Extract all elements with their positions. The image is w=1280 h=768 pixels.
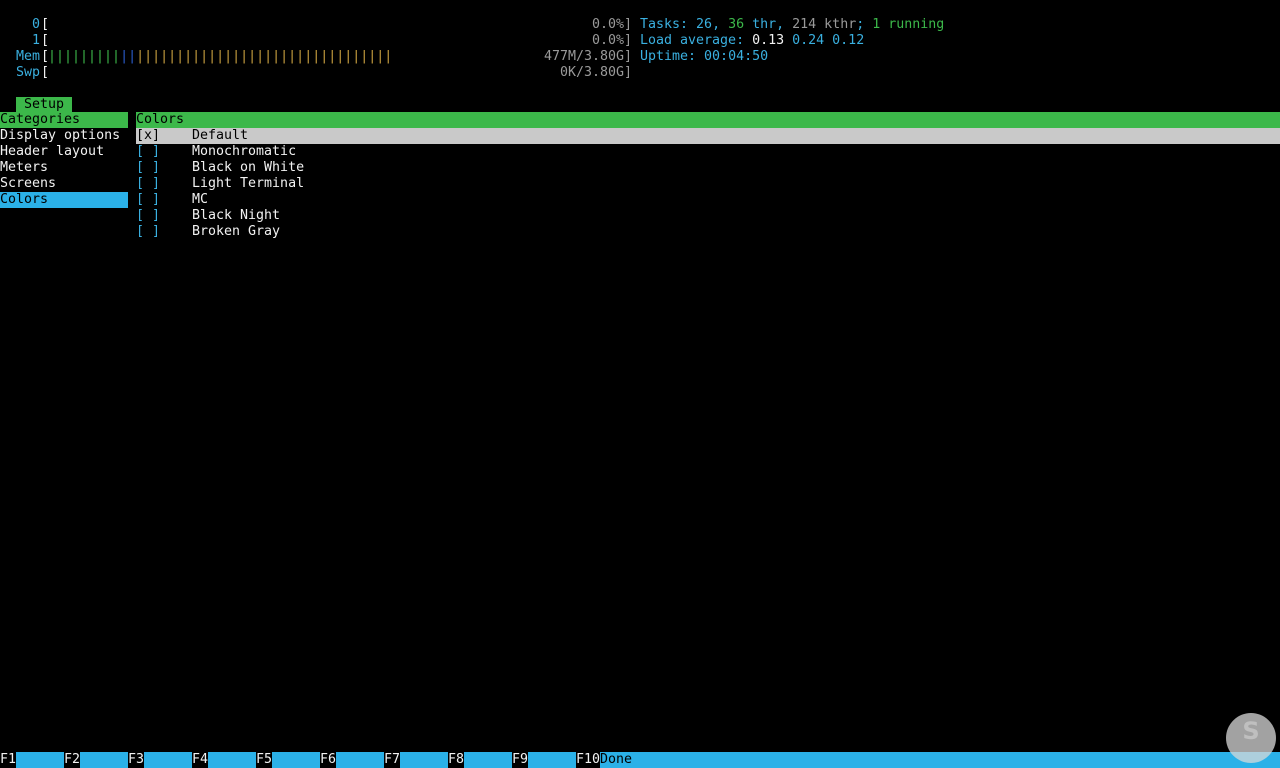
swp-label: Swp: [15, 65, 40, 80]
kthr-count: 214: [792, 17, 817, 32]
color-option-label: Default: [192, 128, 249, 143]
categories-header: Categories: [0, 112, 128, 128]
f10-key[interactable]: F10: [576, 752, 600, 768]
f9-key[interactable]: F9: [512, 752, 528, 768]
category-colors[interactable]: Colors: [0, 192, 128, 208]
f8-key[interactable]: F8: [448, 752, 464, 768]
mem-value: 477M/3.80G]: [543, 49, 632, 64]
load-5min: 0.24: [792, 33, 825, 48]
mem-bar: ||||||||||||||||||||||||||||||||||||||||…: [48, 49, 392, 65]
f8-label[interactable]: [464, 752, 512, 768]
category-screens[interactable]: Screens: [0, 176, 128, 192]
color-option-monochromatic[interactable]: [ ] Monochromatic: [136, 144, 1280, 160]
color-option-label: Black on White: [192, 160, 305, 175]
mem-bar-used: |||||||||: [48, 49, 121, 64]
color-option-broken-gray[interactable]: [ ] Broken Gray: [136, 224, 1280, 240]
checkbox[interactable]: [ ]: [136, 144, 160, 160]
color-option-label: Broken Gray: [192, 224, 281, 239]
uptime-line: Uptime: 00:04:50: [640, 49, 769, 64]
checkbox[interactable]: [ ]: [136, 160, 160, 176]
cpu1-value: 0.0%]: [591, 33, 632, 48]
function-key-bar: F1 F2 F3 F4 F5 F6 F7 F8 F9 F10 Done: [0, 752, 1280, 768]
mem-label: Mem: [15, 49, 40, 64]
f1-key[interactable]: F1: [0, 752, 16, 768]
colors-header: Colors: [136, 112, 1280, 128]
cpu0-bracket: [: [41, 17, 50, 32]
color-option-black-night[interactable]: [ ] Black Night: [136, 208, 1280, 224]
checkbox[interactable]: [ ]: [136, 208, 160, 224]
uptime-value: 00:04:50: [704, 49, 769, 64]
color-option-label: Black Night: [192, 208, 281, 223]
f6-label[interactable]: [336, 752, 384, 768]
cpu1-label: 1: [31, 33, 40, 48]
f7-label[interactable]: [400, 752, 448, 768]
color-option-default[interactable]: [x] Default: [136, 128, 1280, 144]
swp-value: 0K/3.80G]: [559, 65, 632, 80]
tasks-line: Tasks: 26, 36 thr, 214 kthr; 1 running: [640, 17, 945, 32]
color-option-label: MC: [192, 192, 209, 207]
checkbox[interactable]: [ ]: [136, 192, 160, 208]
color-option-mc[interactable]: [ ] MC: [136, 192, 1280, 208]
f5-label[interactable]: [272, 752, 320, 768]
f2-label[interactable]: [80, 752, 128, 768]
checkbox[interactable]: [ ]: [136, 176, 160, 192]
checkbox[interactable]: [ ]: [136, 224, 160, 240]
f10-label-done[interactable]: Done: [600, 752, 1280, 768]
f3-label[interactable]: [144, 752, 192, 768]
color-option-label: Monochromatic: [192, 144, 297, 159]
color-option-label: Light Terminal: [192, 176, 305, 191]
category-header-layout[interactable]: Header layout: [0, 144, 128, 160]
f5-key[interactable]: F5: [256, 752, 272, 768]
f2-key[interactable]: F2: [64, 752, 80, 768]
f6-key[interactable]: F6: [320, 752, 336, 768]
watermark-logo-icon: S: [1226, 713, 1276, 763]
f7-key[interactable]: F7: [384, 752, 400, 768]
mem-bar-cache: ||||||||||||||||||||||||||||||||: [136, 49, 393, 64]
load-average-line: Load average: 0.13 0.24 0.12: [640, 33, 865, 48]
f1-label[interactable]: [16, 752, 64, 768]
cpu0-label: 0: [31, 17, 40, 32]
f4-key[interactable]: F4: [192, 752, 208, 768]
load-1min: 0.13: [752, 33, 785, 48]
color-option-light-terminal[interactable]: [ ] Light Terminal: [136, 176, 1280, 192]
f4-label[interactable]: [208, 752, 256, 768]
tasks-count: 26: [696, 17, 713, 32]
threads-count: 36: [728, 17, 745, 32]
cpu0-value: 0.0%]: [591, 17, 632, 32]
category-display-options[interactable]: Display options: [0, 128, 128, 144]
checkbox[interactable]: [x]: [136, 128, 160, 144]
swp-bracket: [: [41, 65, 50, 80]
f9-label[interactable]: [528, 752, 576, 768]
tab-setup[interactable]: Setup: [16, 97, 72, 112]
cpu1-bracket: [: [41, 33, 50, 48]
category-meters[interactable]: Meters: [0, 160, 128, 176]
mem-bar-buffers: ||: [120, 49, 137, 64]
color-option-black-on-white[interactable]: [ ] Black on White: [136, 160, 1280, 176]
load-15min: 0.12: [832, 33, 865, 48]
f3-key[interactable]: F3: [128, 752, 144, 768]
